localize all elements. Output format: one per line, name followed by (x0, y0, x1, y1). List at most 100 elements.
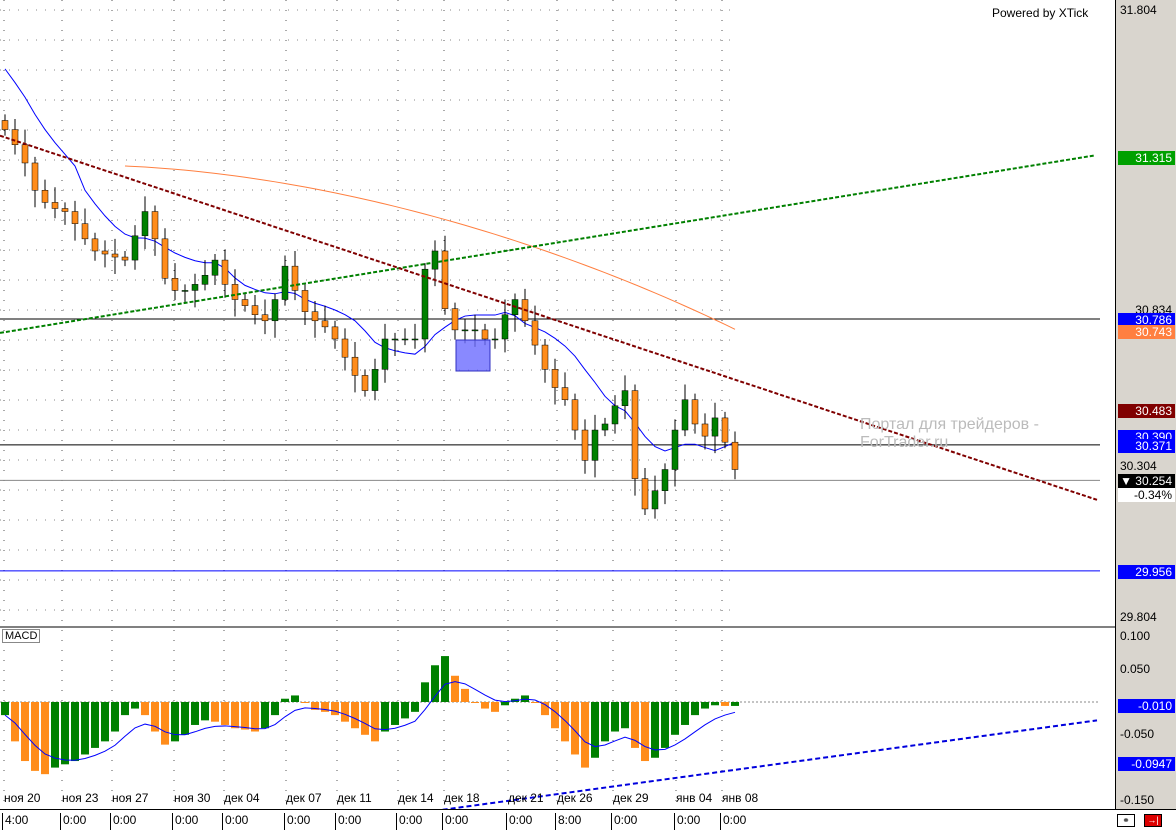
date-label: дек 29 (613, 791, 649, 805)
candle-body (31, 162, 39, 191)
candle-body (371, 369, 379, 391)
candle-body (451, 308, 459, 331)
candle-body (171, 278, 179, 291)
macd-bar (691, 702, 699, 716)
candle-body (401, 338, 409, 341)
candle-body (261, 314, 269, 322)
time-label: 4:00 (2, 813, 28, 830)
macd-bar (231, 702, 239, 729)
selection-box (455, 339, 491, 372)
axis-tick: -0.150 (1120, 793, 1155, 807)
macd-bar (481, 702, 489, 709)
candle-body (461, 329, 469, 332)
macd-bar (151, 702, 159, 732)
candle-body (191, 284, 199, 291)
candle-body (211, 259, 219, 276)
time-label: 8:00 (555, 813, 581, 830)
macd-bar (441, 656, 449, 702)
date-label: дек 21 (508, 791, 544, 805)
candle-body (251, 305, 259, 315)
time-label: 0:00 (674, 813, 700, 830)
macd-bar (381, 702, 389, 732)
macd-bar (731, 702, 739, 706)
scroll-end-icon[interactable]: →| (1144, 814, 1162, 827)
macd-bar (611, 702, 619, 732)
macd-bar (251, 702, 259, 732)
candle-body (71, 211, 79, 224)
macd-bar (371, 702, 379, 742)
macd-bar (221, 702, 229, 725)
candle-body (701, 423, 709, 437)
date-label: ноя 23 (62, 791, 99, 805)
macd-bar (501, 702, 509, 706)
candle-body (61, 208, 69, 212)
chart-canvas (0, 0, 1115, 830)
candle-body (671, 429, 679, 470)
link-icon[interactable]: ⚭ (1117, 814, 1135, 827)
price-chart[interactable]: Powered by XTick Портал для трейдеров - … (0, 0, 1115, 830)
time-label: 0:00 (611, 813, 637, 830)
macd-bar (601, 702, 609, 742)
candle-body (181, 290, 189, 292)
macd-bar (641, 702, 649, 762)
macd-bar (171, 702, 179, 742)
axis-tick: 30.304 (1120, 459, 1157, 473)
watermark: Портал для трейдеров - ForTrader.ru (860, 416, 1039, 451)
candle-body (1, 120, 9, 130)
price-badge: -0.34% (1118, 488, 1175, 502)
candle-body (201, 275, 209, 285)
macd-bar (241, 702, 249, 730)
macd-bar (11, 702, 19, 742)
macd-bar (721, 702, 729, 706)
macd-bar (341, 702, 349, 722)
candle-body (481, 329, 489, 340)
price-badge: 29.956 (1118, 565, 1175, 579)
candle-body (471, 329, 479, 332)
price-axis[interactable]: 31.804 30.304 29.804 31.315 30.834 30.786 30.7… (1115, 0, 1176, 809)
candle-body (381, 338, 389, 370)
macd-bar (161, 702, 169, 745)
macd-bar (301, 702, 309, 703)
macd-bar (671, 702, 679, 735)
candle-body (541, 344, 549, 370)
candle-body (151, 211, 159, 240)
macd-bar (701, 702, 709, 709)
macd-bar (591, 702, 599, 758)
price-badge: 30.743 (1118, 325, 1175, 339)
macd-bar (191, 702, 199, 725)
time-label: 0:00 (442, 813, 468, 830)
date-label: дек 26 (557, 791, 593, 805)
time-label: 0:00 (720, 813, 746, 830)
macd-bar (551, 702, 559, 729)
candle-body (601, 423, 609, 431)
macd-bar (631, 702, 639, 748)
macd-bar (291, 695, 299, 702)
candle-body (361, 375, 369, 391)
time-axis[interactable]: ⚭ →| ноя 20 4:00 ноя 23 0:00 ноя 27 0:00 ноя 3… (0, 791, 1176, 830)
date-label: дек 11 (337, 791, 372, 805)
macd-bar (411, 702, 419, 712)
macd-bar (581, 702, 589, 768)
macd-label: MACD (2, 629, 41, 643)
macd-bar (421, 682, 429, 702)
candle-body (301, 290, 309, 312)
macd-bar (131, 702, 139, 709)
macd-bar (201, 702, 209, 721)
price-badge: 31.315 (1118, 151, 1175, 165)
date-label: дек 04 (224, 791, 260, 805)
macd-bar (331, 702, 339, 716)
candle-body (721, 417, 729, 443)
macd-bar (61, 702, 69, 765)
time-label: 0:00 (172, 813, 198, 830)
candle-body (121, 256, 129, 261)
date-label: дек 07 (286, 791, 322, 805)
candle-body (51, 202, 59, 209)
date-label: ноя 30 (174, 791, 211, 805)
candle-body (271, 299, 279, 322)
macd-bar (401, 702, 409, 719)
candle-body (731, 441, 739, 470)
candle-body (241, 299, 249, 306)
macd-bar (661, 702, 669, 748)
candle-body (571, 399, 579, 431)
candle-body (561, 387, 569, 400)
